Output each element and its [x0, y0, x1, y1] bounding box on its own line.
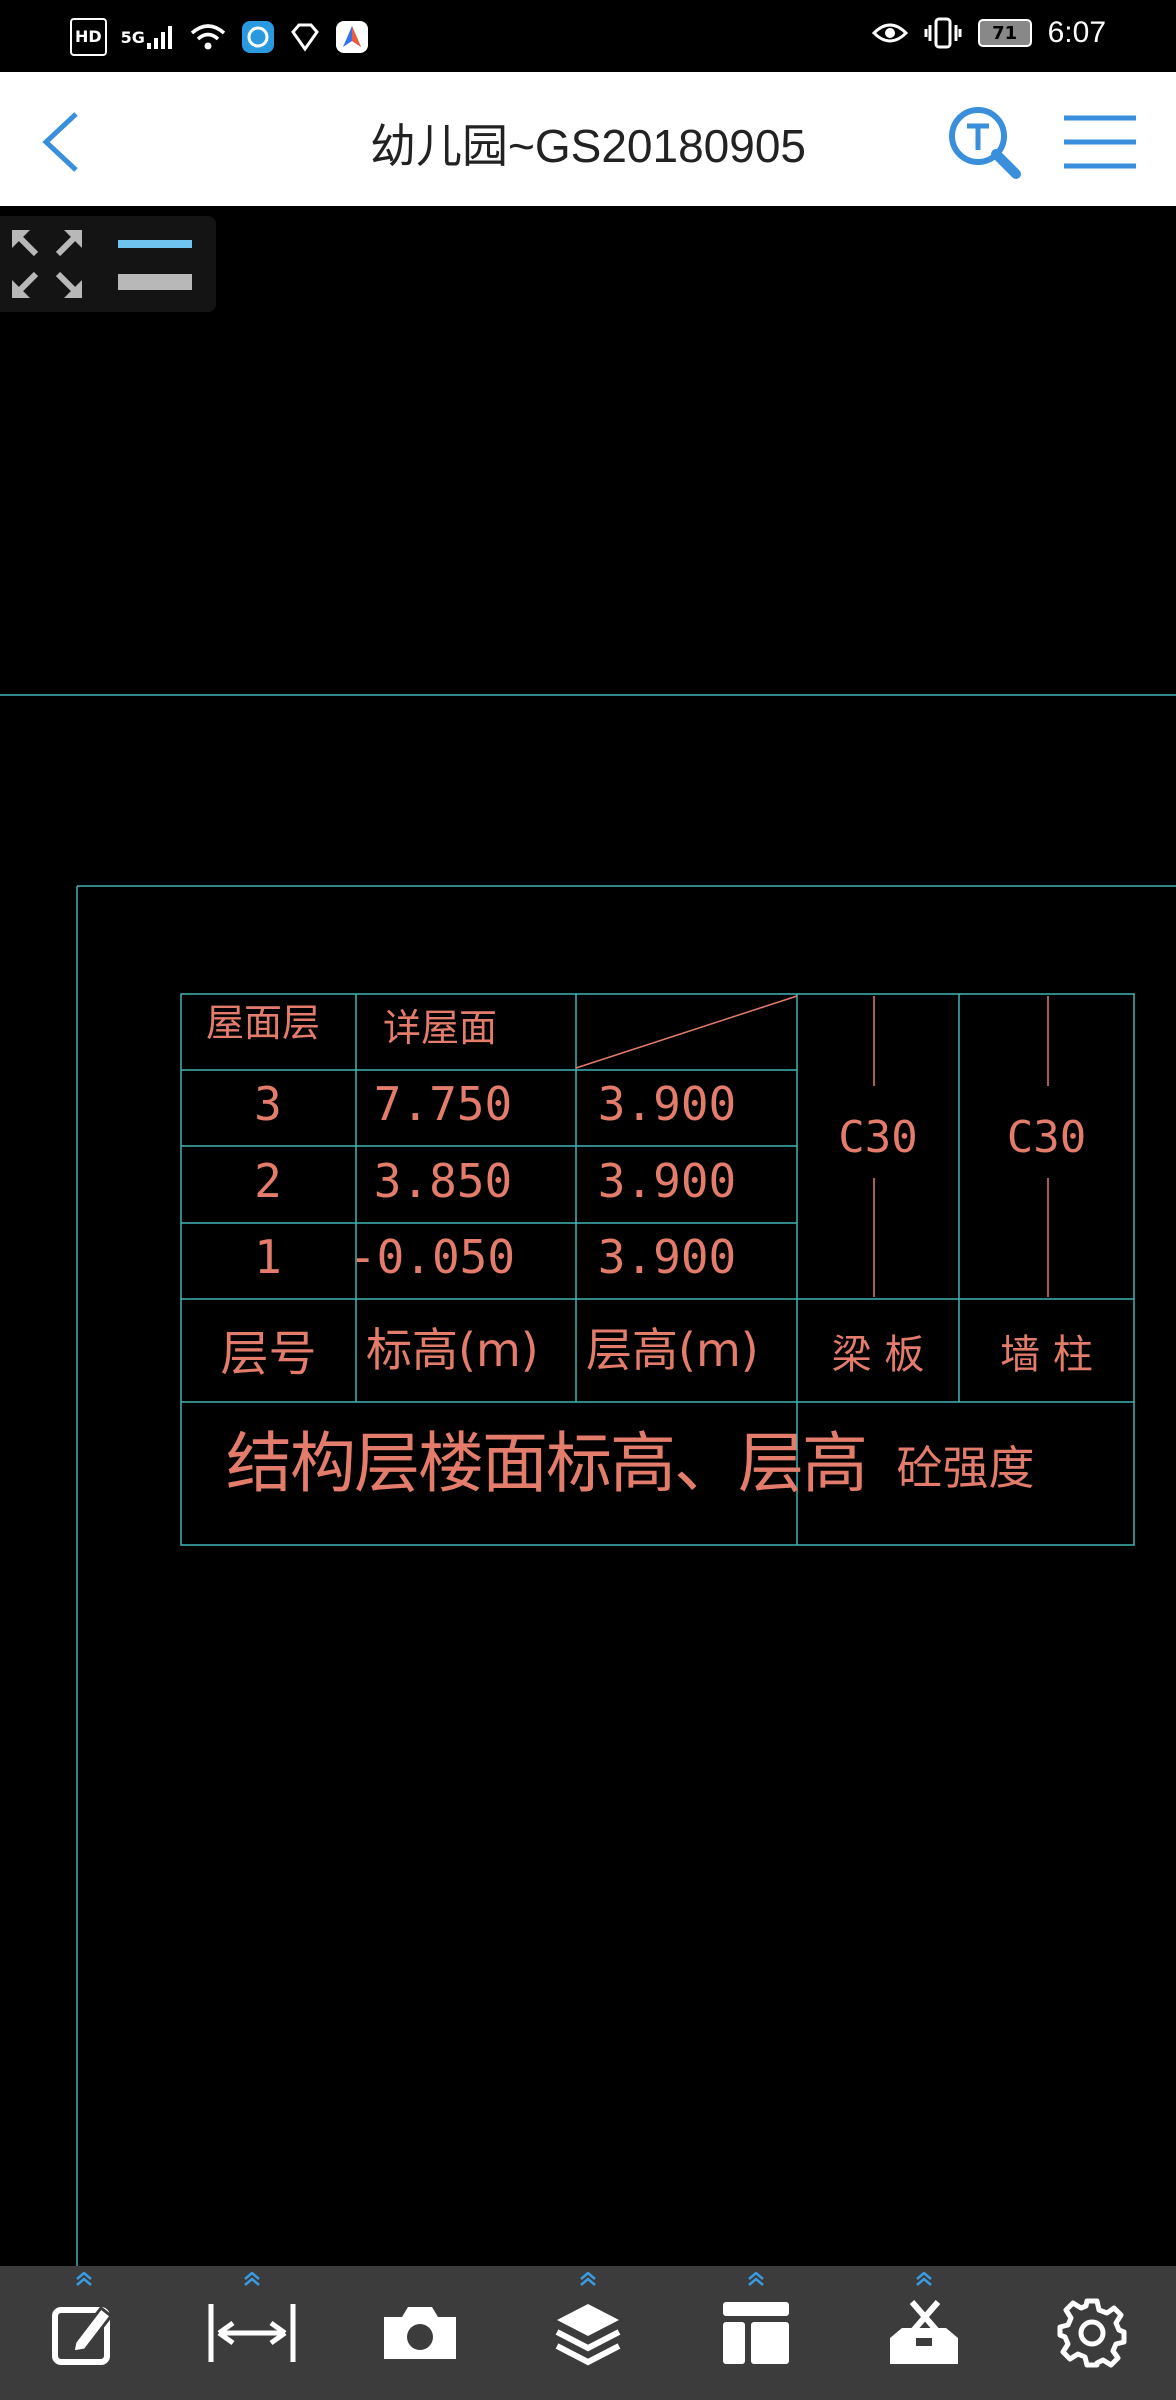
signal-5g-icon: 5G	[121, 20, 175, 54]
menu-button[interactable]	[1056, 98, 1146, 188]
cad-drawing: 屋面层 详屋面 3 7.750 3.900 2 3.850 3.900 1 -0…	[0, 694, 1176, 2266]
footer-right-label: 砼强度	[896, 1441, 1035, 1495]
header-height-label: 层高(m)	[586, 1323, 759, 1377]
network-label: 5G	[120, 27, 145, 47]
chevron-up-icon	[244, 2272, 260, 2286]
row-roof-elevation: 详屋面	[383, 1006, 497, 1050]
maps-icon	[335, 20, 369, 54]
edit-button[interactable]	[0, 2266, 168, 2400]
clock: 6:07	[1047, 16, 1106, 49]
camera-icon	[384, 2307, 456, 2359]
layers-button[interactable]	[504, 2266, 672, 2400]
toolbox-icon	[890, 2300, 958, 2364]
row-2-elevation: 3.850	[374, 1154, 512, 1208]
chevron-up-icon	[76, 2272, 92, 2286]
header-beam-slab-label: 梁 板	[831, 1332, 925, 1378]
chevron-up-icon	[916, 2272, 932, 2286]
vibrate-icon	[924, 16, 962, 50]
row-roof-floor: 屋面层	[206, 1001, 320, 1045]
header-wall-column-label: 墙 柱	[1000, 1332, 1093, 1378]
table-text: 屋面层 详屋面 3 7.750 3.900 2 3.850 3.900 1 -0…	[206, 1001, 736, 1284]
row-1-floor: 1	[254, 1230, 282, 1284]
row-1-elevation: -0.050	[349, 1230, 515, 1284]
drawing-canvas[interactable]: 屋面层 详屋面 3 7.750 3.900 2 3.850 3.900 1 -0…	[0, 206, 1176, 2266]
edit-icon	[52, 2305, 114, 2365]
row-2-floor: 2	[254, 1154, 282, 1208]
status-bar: HD 5G 71 6:07	[0, 0, 1176, 72]
hamburger-icon	[1064, 115, 1136, 169]
row-3-elevation: 7.750	[374, 1077, 512, 1131]
layout-icon	[723, 2302, 789, 2364]
app-header: 幼儿园~GS20180905	[0, 72, 1176, 206]
diamond-icon	[289, 20, 321, 54]
app-notification-icon	[241, 20, 275, 54]
toolbox-button[interactable]	[840, 2266, 1008, 2400]
chevron-up-icon	[580, 2272, 596, 2286]
battery-icon: 71	[977, 19, 1032, 47]
bottom-toolbar	[0, 2266, 1176, 2400]
beam-slab-grade-label: C30	[838, 1112, 918, 1163]
measure-button[interactable]	[168, 2266, 336, 2400]
settings-button[interactable]	[1008, 2266, 1176, 2400]
row-2-height: 3.900	[598, 1154, 736, 1208]
measure-icon	[208, 2304, 296, 2362]
hd-icon: HD	[70, 18, 107, 56]
eye-icon	[871, 16, 908, 50]
gear-icon	[1057, 2298, 1127, 2368]
layers-icon	[555, 2304, 621, 2366]
camera-button[interactable]	[336, 2266, 504, 2400]
wifi-icon	[189, 20, 227, 54]
text-search-button[interactable]	[940, 98, 1030, 188]
layout-button[interactable]	[672, 2266, 840, 2400]
chevron-up-icon	[748, 2272, 764, 2286]
row-3-height: 3.900	[598, 1077, 736, 1131]
footer-left-label: 结构层楼面标高、层高	[226, 1425, 868, 1502]
wall-column-grade-label: C30	[1006, 1112, 1087, 1163]
row-3-floor: 3	[254, 1077, 282, 1131]
row-1-height: 3.900	[598, 1230, 736, 1284]
header-floor-label: 层号	[220, 1326, 317, 1382]
text-search-icon	[949, 107, 1021, 179]
header-elevation-label: 标高(m)	[366, 1323, 539, 1377]
diagonal-line	[575, 995, 798, 1069]
